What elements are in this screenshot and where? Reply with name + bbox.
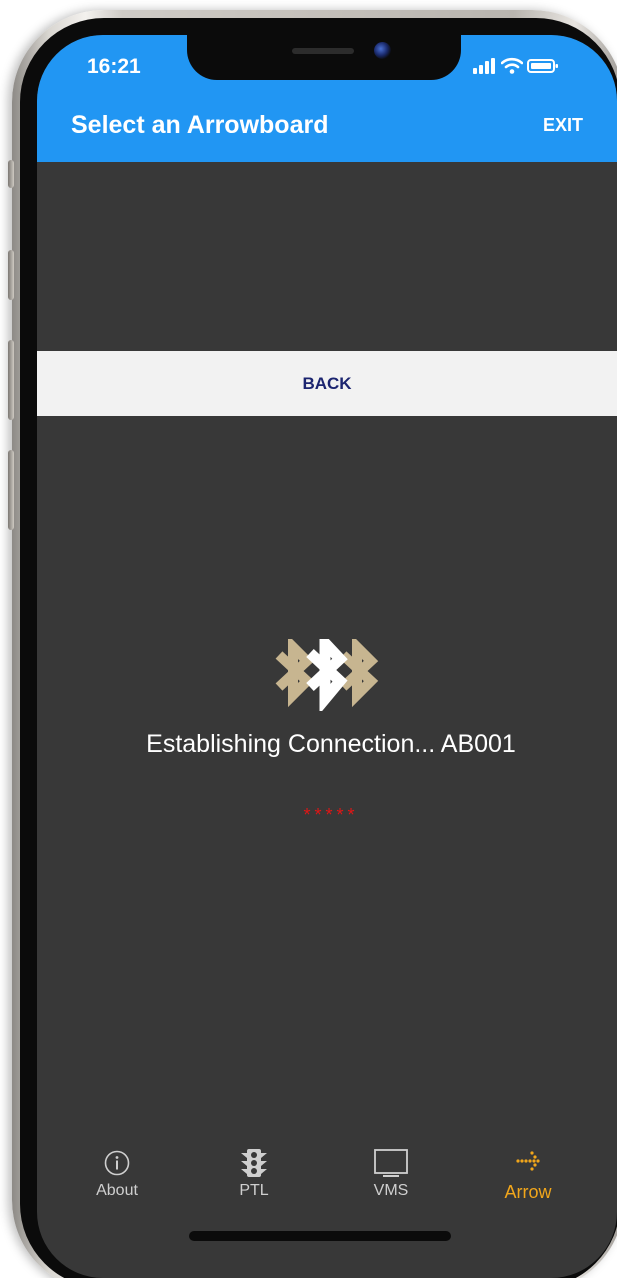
bluetooth-connecting-icon	[275, 639, 379, 711]
tab-vms-label: VMS	[373, 1182, 409, 1199]
back-label: BACK	[302, 373, 352, 393]
traffic-light-icon	[241, 1149, 267, 1177]
info-icon	[104, 1150, 130, 1176]
home-indicator[interactable]	[189, 1231, 451, 1241]
phone-mockup: 16:21 Select an Arrowboard EXIT BACK Est…	[0, 0, 617, 1278]
arrow-board-icon	[516, 1151, 540, 1171]
tab-vms[interactable]: VMS	[336, 1147, 446, 1217]
side-button	[8, 450, 14, 530]
bluetooth-center-icon	[306, 639, 348, 711]
tab-ptl[interactable]: PTL	[199, 1147, 309, 1217]
tab-about[interactable]: About	[62, 1147, 172, 1217]
tab-arrow-label: Arrow	[504, 1182, 552, 1202]
bluetooth-left-icon	[275, 639, 315, 708]
volume-up-button	[8, 250, 14, 300]
progress-dots: *****	[303, 805, 359, 825]
battery-icon	[527, 59, 558, 73]
front-camera	[374, 42, 391, 59]
back-button[interactable]: BACK	[37, 351, 617, 416]
tab-ptl-label: PTL	[239, 1182, 269, 1199]
page-title: Select an Arrowboard	[71, 111, 329, 139]
status-icons	[473, 57, 559, 74]
app-bar: Select an Arrowboard EXIT	[37, 110, 617, 162]
mute-switch	[8, 160, 14, 188]
app-screen: 16:21 Select an Arrowboard EXIT BACK Est…	[37, 35, 617, 1278]
bottom-tab-bar: About PTL VMS Arrow	[37, 1147, 617, 1227]
monitor-icon	[374, 1149, 408, 1177]
speaker-grille	[292, 48, 354, 54]
status-bar: 16:21	[37, 35, 617, 110]
exit-button[interactable]: EXIT	[543, 115, 583, 136]
notch	[187, 35, 461, 80]
bluetooth-right-icon	[339, 639, 379, 708]
wifi-icon	[501, 57, 523, 74]
signal-icon	[473, 58, 495, 74]
tab-about-label: About	[96, 1182, 138, 1199]
status-time: 16:21	[87, 55, 141, 78]
connection-status-text: Establishing Connection... AB001	[146, 730, 516, 758]
volume-down-button	[8, 340, 14, 420]
tab-arrow[interactable]: Arrow	[473, 1147, 583, 1217]
